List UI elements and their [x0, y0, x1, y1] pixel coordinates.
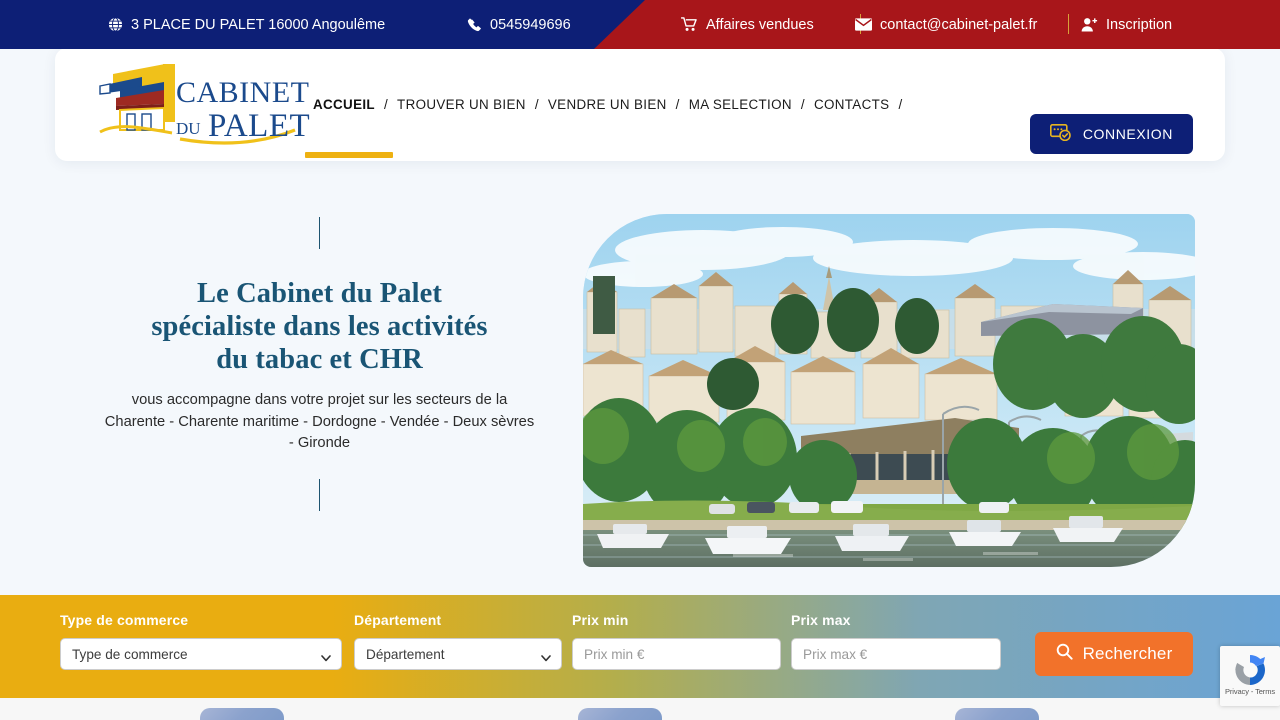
hero-text-block: Le Cabinet du Palet spécialiste dans les…	[88, 217, 551, 511]
main-navigation: ACCUEIL / TROUVER UN BIEN / VENDRE UN BI…	[313, 48, 912, 161]
logo-line1: CABINET	[176, 76, 310, 109]
logo-line2-small: DU	[176, 119, 201, 138]
type-de-commerce-select[interactable]: Type de commerce	[60, 638, 342, 670]
nav-separator: /	[383, 97, 389, 112]
site-header: CABINET DU PALET ACCUEIL / TROUVER UN BI…	[55, 48, 1225, 161]
hero-heading-line2: spécialiste dans les activités	[151, 311, 488, 342]
prix-max-input[interactable]	[791, 638, 1001, 670]
label-departement: Département	[354, 612, 442, 628]
hero-decoration-line-bottom	[319, 478, 320, 511]
search-field-prix-min: Prix min	[572, 612, 781, 670]
nav-item-trouver-un-bien[interactable]: TROUVER UN BIEN /	[397, 97, 548, 112]
nav-item-ma-selection[interactable]: MA SELECTION /	[689, 97, 814, 112]
hero-section: Le Cabinet du Palet spécialiste dans les…	[0, 161, 1280, 595]
nav-separator: /	[675, 97, 680, 112]
search-field-departement: Département Département	[354, 612, 562, 670]
cabinet-du-palet-logo[interactable]: CABINET DU PALET	[80, 60, 310, 148]
phone-icon	[467, 17, 482, 32]
recaptcha-privacy-terms[interactable]: Privacy - Terms	[1220, 687, 1280, 696]
cart-icon	[681, 17, 698, 32]
phone-item[interactable]: 0545949696	[467, 17, 571, 33]
recaptcha-logo-icon	[1232, 652, 1268, 688]
nav-separator: /	[800, 97, 805, 112]
address-text: 3 PLACE DU PALET 16000 Angoulême	[131, 16, 386, 33]
hero-heading: Le Cabinet du Palet spécialiste dans les…	[88, 277, 551, 376]
connexion-button[interactable]: CONNEXION	[1029, 114, 1193, 154]
address-item: 3 PLACE DU PALET 16000 Angoulême	[108, 17, 385, 33]
phone-text: 0545949696	[490, 16, 571, 33]
rechercher-button[interactable]: Rechercher	[1035, 632, 1193, 676]
departement-select-wrap: Département	[354, 638, 562, 670]
nav-label-vendre-un-bien: VENDRE UN BIEN	[547, 97, 667, 112]
label-type-de-commerce: Type de commerce	[60, 612, 189, 628]
top-utility-bar: 3 PLACE DU PALET 16000 Angoulême 0545949…	[0, 0, 1280, 49]
signup-label: Inscription	[1106, 16, 1173, 33]
search-icon	[1056, 643, 1073, 665]
sold-properties-link[interactable]: Affaires vendues	[681, 17, 814, 33]
property-card-peek[interactable]	[578, 708, 662, 720]
hero-paragraph-line1: vous accompagne dans votre projet sur le…	[131, 392, 508, 408]
connexion-label: CONNEXION	[1082, 126, 1173, 142]
property-card-peek[interactable]	[955, 708, 1039, 720]
hero-heading-line1: Le Cabinet du Palet	[197, 278, 442, 309]
nav-item-contacts[interactable]: CONTACTS /	[814, 97, 912, 112]
signup-link[interactable]: Inscription	[1081, 17, 1172, 33]
label-prix-max: Prix max	[791, 612, 851, 628]
email-link[interactable]: contact@cabinet-palet.fr	[855, 17, 1037, 33]
sold-properties-label: Affaires vendues	[706, 16, 814, 33]
login-card-check-icon	[1049, 124, 1072, 144]
rechercher-label: Rechercher	[1082, 644, 1173, 663]
nav-separator: /	[898, 97, 903, 112]
recaptcha-badge[interactable]: Privacy - Terms	[1220, 646, 1280, 706]
hero-paragraph-line2: Charente - Charente maritime - Dordogne …	[104, 413, 535, 430]
nav-item-vendre-un-bien[interactable]: VENDRE UN BIEN /	[548, 97, 689, 112]
active-nav-underline	[305, 152, 393, 158]
nav-label-trouver-un-bien: TROUVER UN BIEN	[397, 97, 526, 112]
search-field-type-de-commerce: Type de commerce Type de commerce	[60, 612, 342, 670]
nav-label-ma-selection: MA SELECTION	[688, 97, 792, 112]
envelope-icon	[855, 18, 872, 31]
prix-min-input[interactable]	[572, 638, 781, 670]
search-field-prix-max: Prix max	[791, 612, 1001, 670]
email-text: contact@cabinet-palet.fr	[880, 16, 1038, 33]
property-card-peek[interactable]	[200, 708, 284, 720]
topbar-separator-2	[1068, 14, 1069, 34]
globe-icon	[108, 17, 123, 32]
departement-select[interactable]: Département	[354, 638, 562, 670]
hero-image-angouleme	[583, 214, 1195, 567]
hero-paragraph-line3: - Gironde	[288, 435, 351, 451]
hero-heading-line3: du tabac et CHR	[216, 344, 423, 375]
hero-paragraph: vous accompagne dans votre projet sur le…	[88, 390, 551, 455]
hero-decoration-line-top	[319, 217, 320, 249]
label-prix-min: Prix min	[572, 612, 629, 628]
nav-label-accueil: ACCUEIL	[313, 97, 375, 112]
logo-line2: PALET	[208, 108, 310, 144]
nav-label-contacts: CONTACTS	[813, 97, 890, 112]
type-de-commerce-select-wrap: Type de commerce	[60, 638, 342, 670]
nav-item-accueil[interactable]: ACCUEIL /	[313, 97, 397, 112]
user-plus-icon	[1081, 17, 1098, 32]
nav-separator: /	[534, 97, 539, 112]
